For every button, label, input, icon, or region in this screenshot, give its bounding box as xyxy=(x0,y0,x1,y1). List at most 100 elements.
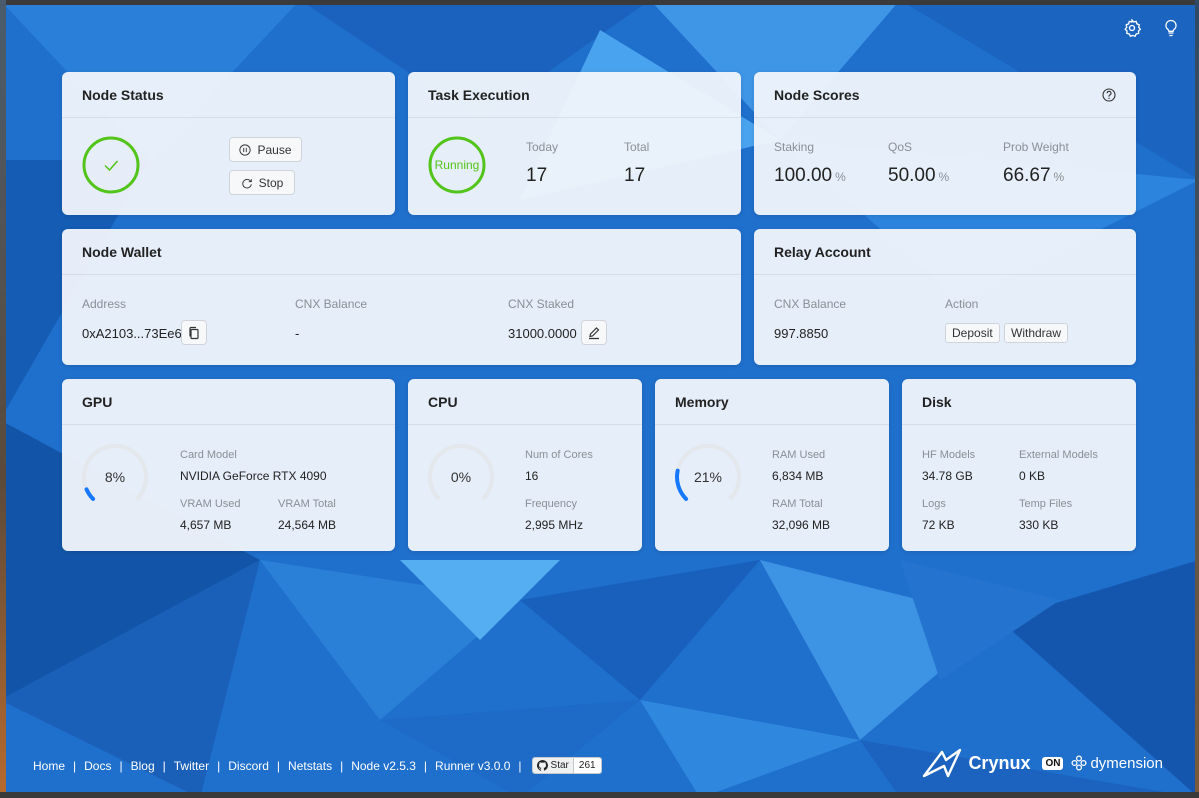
logs-value: 72 KB xyxy=(922,518,955,532)
pause-button[interactable]: Pause xyxy=(229,137,302,162)
stop-button[interactable]: Stop xyxy=(229,170,295,195)
address-label: Address xyxy=(82,297,127,311)
ram-used-value: 6,834 MB xyxy=(772,469,824,483)
num-cores-value: 16 xyxy=(525,469,539,483)
external-models-label: External Models xyxy=(1019,449,1098,461)
footer-link-home[interactable]: Home xyxy=(33,759,65,773)
gpu-header: GPU xyxy=(62,379,395,425)
github-star-left: Star xyxy=(532,758,573,773)
prob-weight-label: Prob Weight xyxy=(1003,140,1069,154)
separator: | xyxy=(340,758,344,773)
crynux-logo-icon xyxy=(923,748,962,778)
node-status-header: Node Status xyxy=(62,72,395,118)
window-top-border xyxy=(0,0,1199,5)
crynux-wordmark: Crynux xyxy=(968,752,1031,773)
vram-total-value: 24,564 MB xyxy=(278,518,337,532)
logs-label: Logs xyxy=(922,498,946,510)
qos-score: 50.00% xyxy=(888,165,949,187)
separator: | xyxy=(162,758,166,773)
cnx-staked-value: 31000.0000 xyxy=(508,326,577,341)
github-star-count: 261 xyxy=(572,758,601,773)
qos-label: QoS xyxy=(888,140,913,154)
disk-card: Disk HF Models 34.78 GB External Models … xyxy=(902,379,1136,551)
cnx-balance-value: - xyxy=(295,326,300,341)
stop-icon xyxy=(241,178,252,188)
ram-used-label: RAM Used xyxy=(772,449,826,461)
footer-link-netstats[interactable]: Netstats xyxy=(288,759,332,773)
pause-icon xyxy=(239,143,252,156)
node-wallet-card: Node Wallet Address 0xA2103...73Ee6 CNX … xyxy=(62,229,741,365)
footer-link-node-version[interactable]: Node v2.5.3 xyxy=(351,759,416,773)
card-title: Memory xyxy=(675,393,729,410)
staking-unit: % xyxy=(835,170,846,184)
card-title: Relay Account xyxy=(774,243,871,260)
external-models-value: 0 KB xyxy=(1019,469,1046,483)
vram-used-value: 4,657 MB xyxy=(180,518,232,532)
deposit-button[interactable]: Deposit xyxy=(945,323,1000,343)
gear-icon[interactable] xyxy=(1122,18,1142,38)
node-scores-card: Node Scores Staking 100.00% QoS 50.00% P… xyxy=(754,72,1136,215)
relay-account-card: Relay Account CNX Balance 997.8850 Actio… xyxy=(754,229,1136,365)
ram-total-value: 32,096 MB xyxy=(772,518,831,532)
relay-cnx-balance-label: CNX Balance xyxy=(774,297,847,311)
brand-logos: Crynux ON dymension xyxy=(922,748,1163,778)
card-title: Disk xyxy=(922,393,952,410)
card-title: CPU xyxy=(428,393,458,410)
temp-files-value: 330 KB xyxy=(1019,518,1059,532)
disk-header: Disk xyxy=(902,379,1136,425)
edit-icon xyxy=(589,326,600,339)
card-title: Node Wallet xyxy=(82,243,162,260)
copy-address-button[interactable] xyxy=(181,320,207,345)
footer-link-runner-version[interactable]: Runner v3.0.0 xyxy=(435,759,510,773)
dymension-wordmark: dymension xyxy=(1090,754,1163,772)
gpu-usage-text: 8% xyxy=(104,469,126,485)
node-wallet-header: Node Wallet xyxy=(62,229,741,275)
card-model-label: Card Model xyxy=(180,449,237,461)
separator: | xyxy=(276,758,281,773)
cpu-usage-text: 0% xyxy=(450,469,472,485)
staking-value: 100.00 xyxy=(774,165,833,186)
lightbulb-icon[interactable] xyxy=(1161,18,1181,38)
footer-link-discord[interactable]: Discord xyxy=(228,759,269,773)
check-icon xyxy=(104,160,119,172)
total-value: 17 xyxy=(624,165,646,186)
footer-link-docs[interactable]: Docs xyxy=(84,759,111,773)
stop-label: Stop xyxy=(258,175,284,190)
node-status-card: Node Status Pause Stop xyxy=(62,72,395,215)
edit-stake-button[interactable] xyxy=(581,320,607,345)
dymension-logo-icon xyxy=(1071,755,1088,771)
ram-total-label: RAM Total xyxy=(772,498,823,510)
task-execution-card: Task Execution Running Today 17 Total 17 xyxy=(408,72,741,215)
task-execution-header: Task Execution xyxy=(408,72,741,118)
question-circle-icon[interactable] xyxy=(1102,87,1116,102)
cpu-card: CPU 0% Num of Cores 16 Frequency 2,995 M… xyxy=(408,379,642,551)
prob-weight-score: 66.67% xyxy=(1003,165,1064,187)
temp-files-label: Temp Files xyxy=(1019,498,1073,510)
prob-weight-value: 66.67 xyxy=(1003,165,1051,186)
copy-icon xyxy=(189,326,199,339)
pause-label: Pause xyxy=(257,142,292,157)
separator: | xyxy=(73,758,77,773)
card-title: Task Execution xyxy=(428,86,530,103)
prob-weight-unit: % xyxy=(1053,170,1065,184)
card-title: Node Scores xyxy=(774,86,860,103)
window-right-border xyxy=(1195,0,1199,798)
running-status-text: Running xyxy=(434,158,480,172)
github-star-button[interactable]: Star 261 xyxy=(531,757,602,774)
footer-link-twitter[interactable]: Twitter xyxy=(174,759,209,773)
gpu-card: GPU 8% Card Model NVIDIA GeForce RTX 409… xyxy=(62,379,395,551)
num-cores-label: Num of Cores xyxy=(525,449,593,461)
withdraw-button[interactable]: Withdraw xyxy=(1004,323,1069,343)
hf-models-label: HF Models xyxy=(922,449,976,461)
window-bottom-border xyxy=(0,792,1199,798)
separator: | xyxy=(217,758,221,773)
card-model-value: NVIDIA GeForce RTX 4090 xyxy=(180,469,327,483)
memory-usage-text: 21% xyxy=(693,469,723,485)
footer-link-blog[interactable]: Blog xyxy=(131,759,155,773)
staking-score: 100.00% xyxy=(774,165,846,187)
card-title: Node Status xyxy=(82,86,164,103)
cnx-staked-label: CNX Staked xyxy=(508,297,575,311)
memory-card: Memory 21% RAM Used 6,834 MB RAM Total 3… xyxy=(655,379,889,551)
github-star-label: Star xyxy=(550,760,569,771)
vram-total-label: VRAM Total xyxy=(278,498,336,510)
